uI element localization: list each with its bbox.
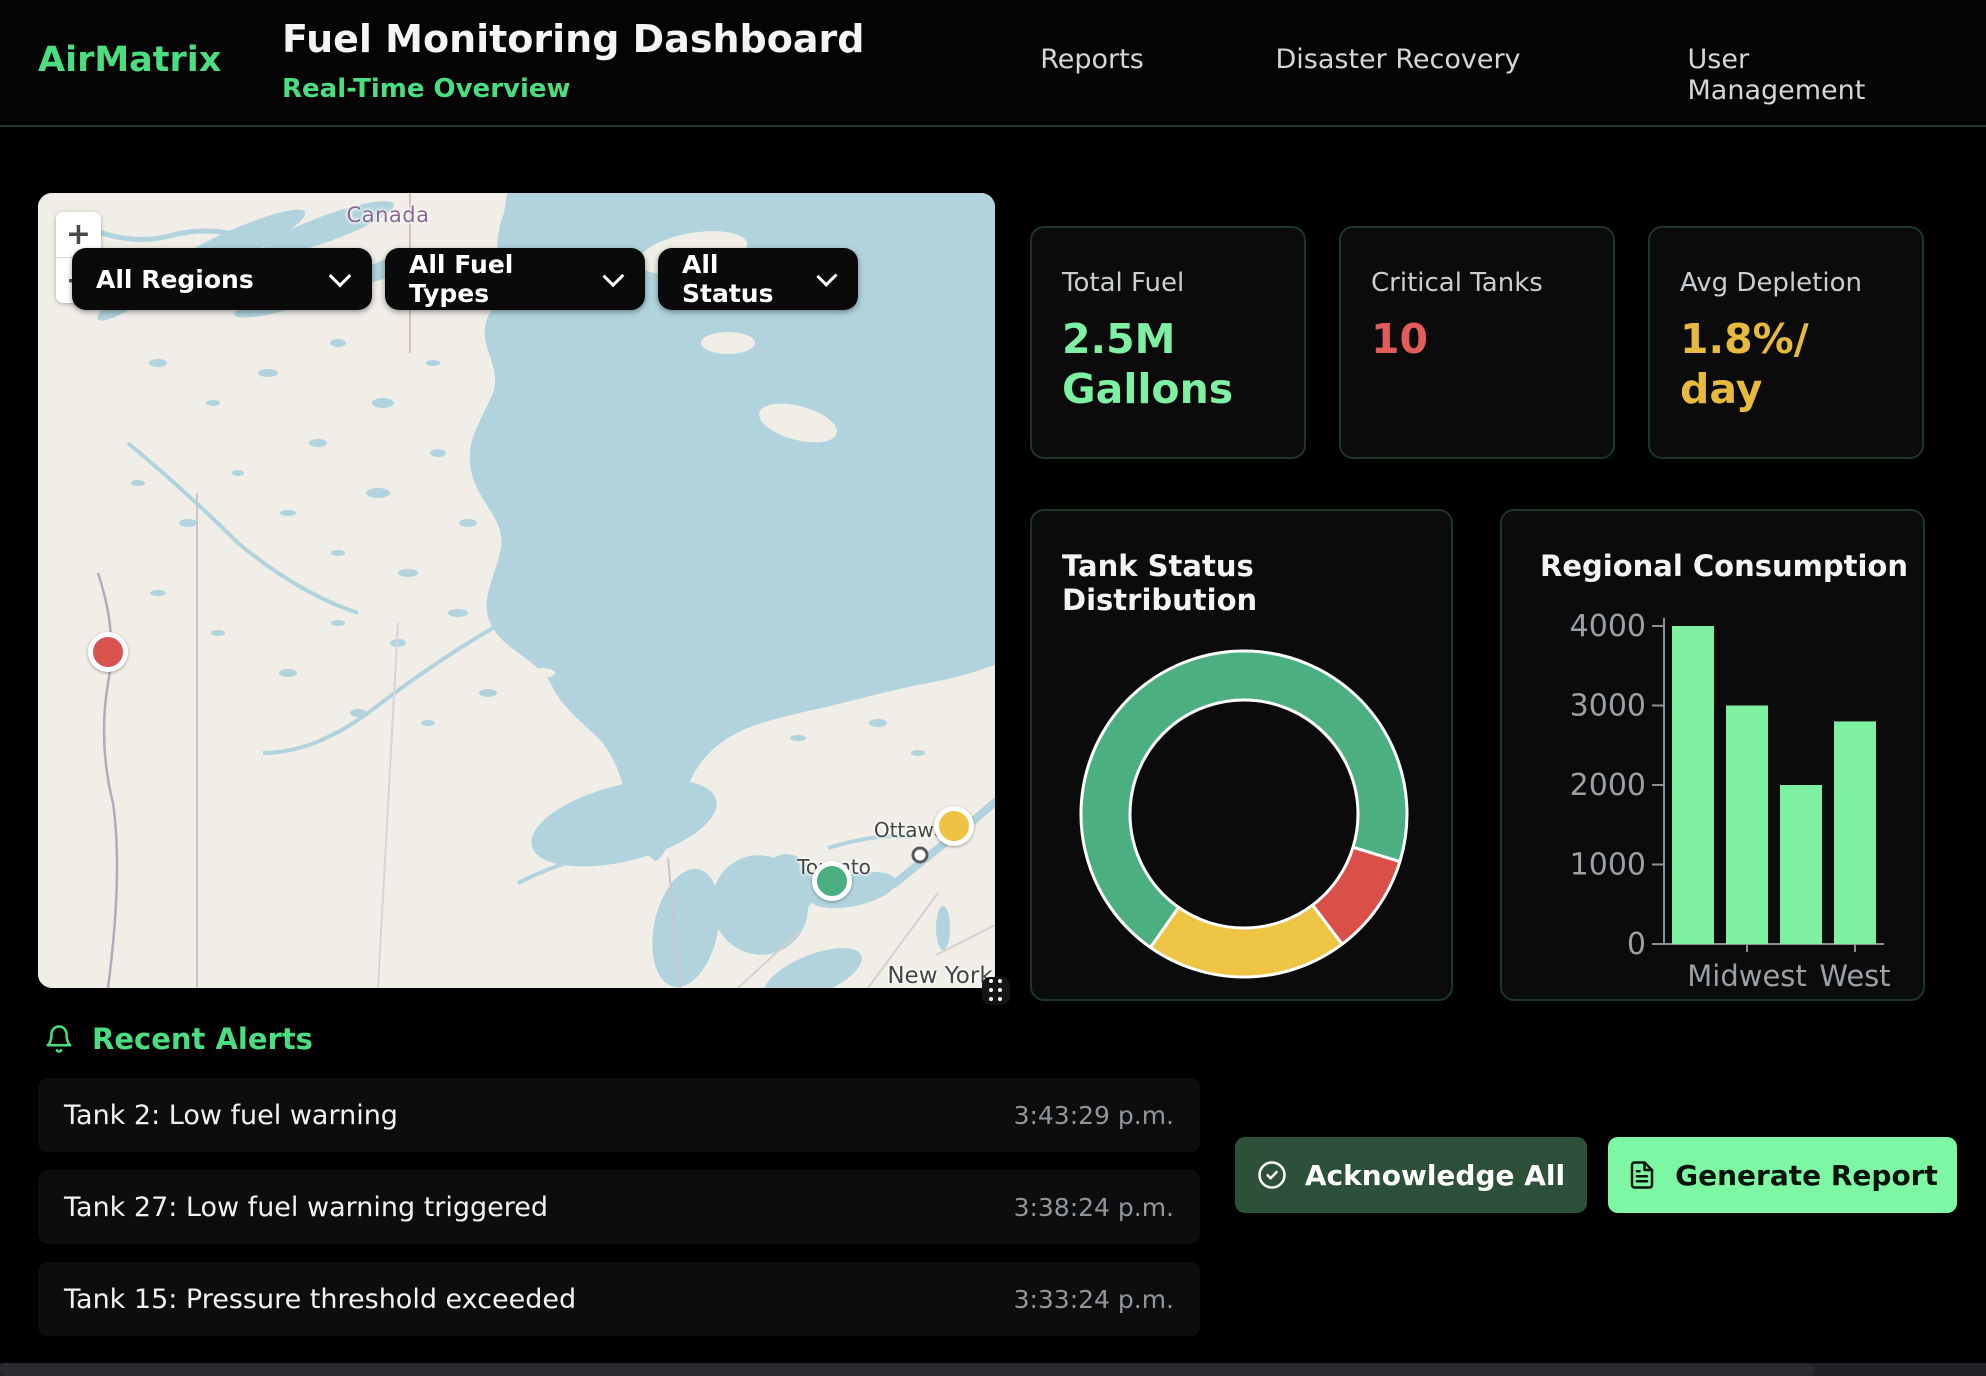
bottom-scrollbar-thumb[interactable] (0, 1363, 1815, 1376)
tank-status-donut-chart (1032, 511, 1455, 1003)
alert-time: 3:38:24 p.m. (1014, 1193, 1174, 1222)
stat-card-avg-depletion: Avg Depletion 1.8%/ day (1648, 226, 1924, 459)
alert-text: Tank 2: Low fuel warning (64, 1100, 398, 1131)
alerts-title: Recent Alerts (92, 1022, 313, 1056)
generate-report-button[interactable]: Generate Report (1608, 1137, 1957, 1213)
stat-value: 2.5M Gallons (1062, 314, 1214, 414)
acknowledge-all-label: Acknowledge All (1305, 1159, 1565, 1192)
nav-disaster-recovery[interactable]: Disaster Recovery (1275, 44, 1520, 75)
alerts-header: Recent Alerts (44, 1022, 313, 1056)
svg-text:3000: 3000 (1570, 689, 1646, 724)
alert-row[interactable]: Tank 27: Low fuel warning triggered 3:38… (38, 1170, 1200, 1244)
status-dropdown-label: All Status (682, 250, 794, 308)
tank-marker-normal[interactable] (812, 861, 852, 901)
stat-label: Total Fuel (1062, 268, 1274, 298)
stat-value: 10 (1371, 314, 1523, 364)
fuel-types-dropdown-label: All Fuel Types (409, 250, 580, 308)
tank-marker-critical[interactable] (88, 632, 128, 672)
bell-icon (44, 1023, 74, 1055)
chevron-down-icon (329, 265, 352, 288)
alert-row[interactable]: Tank 2: Low fuel warning 3:43:29 p.m. (38, 1078, 1200, 1152)
svg-text:0: 0 (1627, 927, 1646, 962)
ottawa-town-dot (912, 847, 929, 864)
chevron-down-icon (817, 266, 838, 287)
dashboard-root: AirMatrix Fuel Monitoring Dashboard Real… (0, 0, 1986, 1376)
tank-status-card: Tank Status Distribution (1030, 509, 1453, 1001)
stat-card-critical-tanks: Critical Tanks 10 (1339, 226, 1615, 459)
check-circle-icon (1257, 1160, 1287, 1190)
map-resize-grip-icon[interactable] (982, 977, 1010, 1005)
page-subtitle: Real-Time Overview (282, 74, 571, 104)
map-panel: + − All Regions All Fuel Types All Statu… (38, 193, 995, 988)
alert-time: 3:33:24 p.m. (1014, 1285, 1174, 1314)
svg-text:2000: 2000 (1570, 768, 1646, 803)
stat-label: Critical Tanks (1371, 268, 1583, 298)
alert-text: Tank 27: Low fuel warning triggered (64, 1192, 548, 1223)
document-icon (1627, 1160, 1657, 1190)
svg-text:West: West (1819, 959, 1890, 993)
tank-marker-warning[interactable] (934, 806, 974, 846)
status-dropdown[interactable]: All Status (658, 248, 858, 310)
regions-dropdown[interactable]: All Regions (72, 248, 372, 310)
regions-dropdown-label: All Regions (96, 265, 254, 294)
alert-row[interactable]: Tank 15: Pressure threshold exceeded 3:3… (38, 1262, 1200, 1336)
map-filter-bar: All Regions All Fuel Types All Status (72, 248, 858, 310)
map-canvas[interactable] (38, 193, 995, 988)
nav-reports[interactable]: Reports (1040, 44, 1144, 75)
stat-label: Avg Depletion (1680, 268, 1892, 298)
acknowledge-all-button[interactable]: Acknowledge All (1235, 1137, 1587, 1213)
svg-text:1000: 1000 (1570, 848, 1646, 883)
bottom-scrollbar-track (0, 1363, 1986, 1376)
page-title: Fuel Monitoring Dashboard (282, 17, 864, 61)
fuel-types-dropdown[interactable]: All Fuel Types (385, 248, 645, 310)
alert-time: 3:43:29 p.m. (1014, 1101, 1174, 1130)
nav-user-management[interactable]: User Management (1688, 44, 1887, 106)
brand-logo: AirMatrix (38, 40, 221, 80)
alert-text: Tank 15: Pressure threshold exceeded (64, 1284, 576, 1315)
stat-value: 1.8%/ day (1680, 314, 1832, 414)
generate-report-label: Generate Report (1675, 1159, 1938, 1192)
svg-text:4000: 4000 (1570, 609, 1646, 644)
regional-consumption-card: Regional Consumption 01000200030004000Mi… (1500, 509, 1925, 1001)
chevron-down-icon (603, 265, 625, 287)
svg-text:Midwest: Midwest (1687, 959, 1807, 993)
regional-consumption-bar-chart: 0 1000 2000 3000 4000 Midwest West (1502, 511, 1927, 1003)
app-header: AirMatrix Fuel Monitoring Dashboard Real… (0, 0, 1986, 127)
stat-cards: Total Fuel 2.5M Gallons Critical Tanks 1… (1030, 226, 1925, 459)
stat-card-total-fuel: Total Fuel 2.5M Gallons (1030, 226, 1306, 459)
